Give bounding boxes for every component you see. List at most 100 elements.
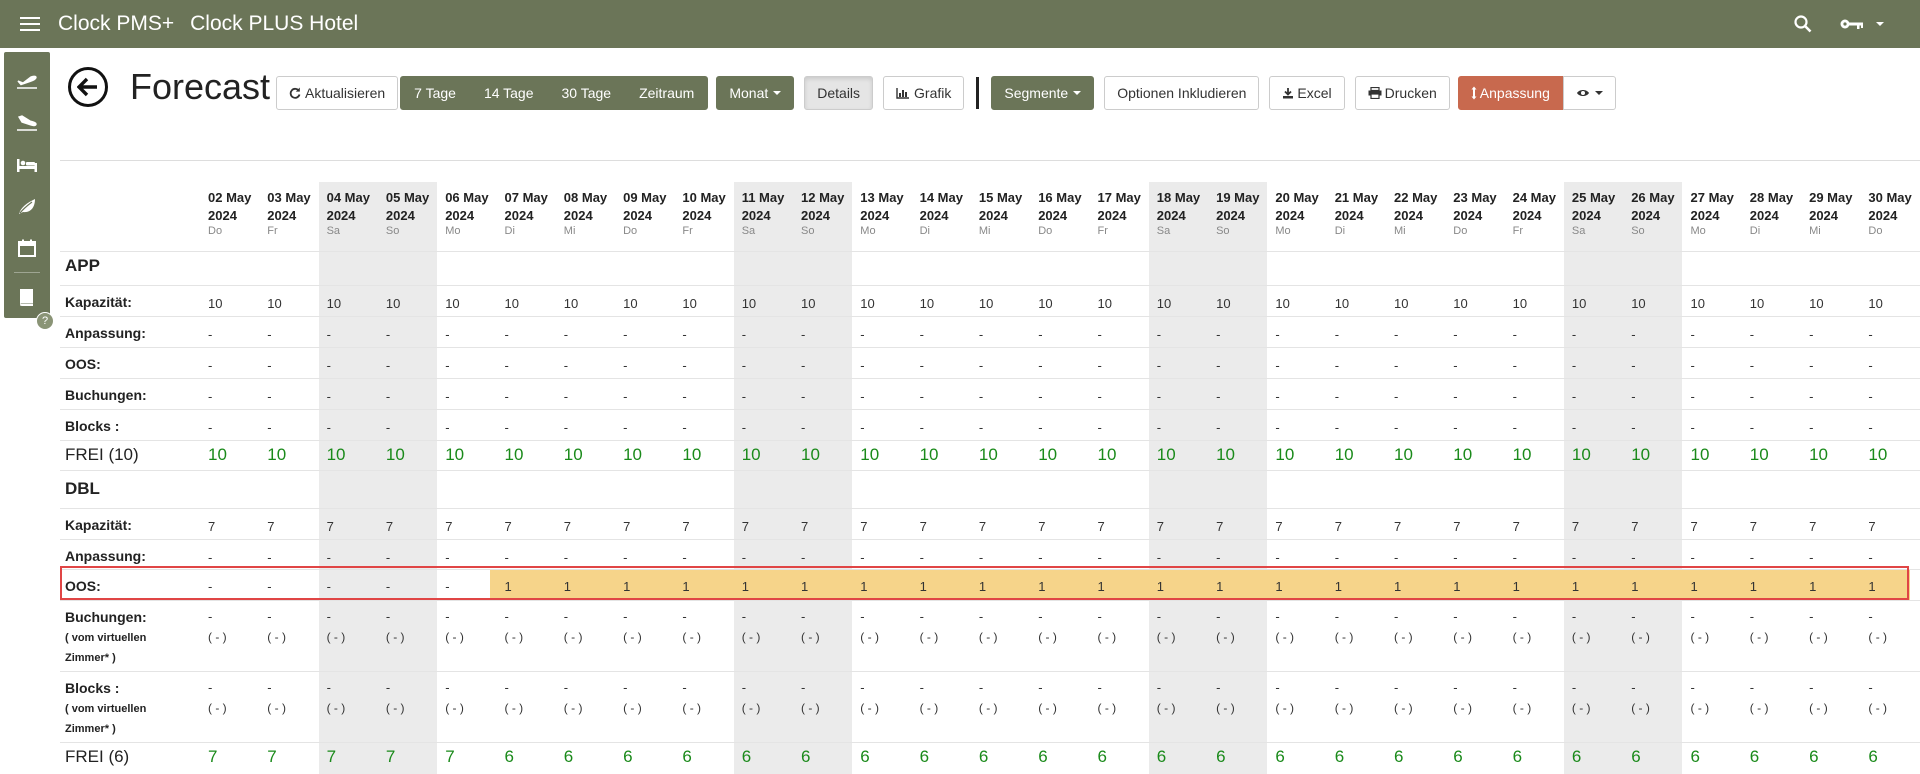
dbl-blocks-cell: -	[1809, 680, 1814, 695]
plane-arrival-icon[interactable]	[4, 102, 50, 144]
dbl-free-value: 6	[1690, 747, 1700, 766]
leaf-icon[interactable]	[4, 185, 50, 227]
app-blocks-cell: -	[385, 420, 391, 435]
include-options-button[interactable]: Optionen Inkludieren	[1104, 76, 1260, 110]
dbl-capacity-cell: 7	[504, 519, 512, 534]
printer-icon	[1368, 87, 1382, 99]
dbl-blocks-virtual-cell: ( - )	[1038, 701, 1057, 715]
date-weekday: Do	[1868, 225, 1883, 237]
date-column-header[interactable]: 24 May 2024 Fr	[1513, 189, 1556, 237]
dbl-bookings-cell: -	[801, 609, 806, 624]
excel-export-button[interactable]: Excel	[1269, 76, 1345, 110]
dbl-bookings-virtual-cell: ( - )	[326, 630, 346, 644]
date-column-header[interactable]: 26 May 2024 So	[1631, 189, 1674, 237]
date-column-header[interactable]: 14 May 2024 Di	[920, 189, 963, 237]
back-arrow-icon[interactable]	[68, 67, 108, 107]
date-column-header[interactable]: 13 May 2024 Mo	[860, 189, 903, 237]
row-divider	[60, 470, 1920, 471]
month-dropdown-button[interactable]: Monat	[716, 76, 795, 110]
menu-icon[interactable]	[20, 13, 40, 35]
period-7-days-button[interactable]: 7 Tage	[400, 76, 470, 110]
hotel-name[interactable]: Clock PLUS Hotel	[190, 12, 358, 36]
date-column-header[interactable]: 17 May 2024 Fr	[1098, 189, 1141, 237]
dbl-blocks-virtual-cell: ( - )	[1512, 701, 1532, 715]
dbl-bookings-cell: -	[385, 609, 391, 624]
date-column-header[interactable]: 29 May 2024 Mi	[1809, 189, 1852, 237]
date-year: 2024	[801, 208, 830, 223]
caret-down-icon	[773, 91, 782, 95]
date-column-header[interactable]: 22 May 2024 Mi	[1394, 189, 1437, 237]
date-column-header[interactable]: 20 May 2024 Mo	[1275, 189, 1318, 237]
period-30-days-button[interactable]: 30 Tage	[547, 76, 626, 110]
date-column-header[interactable]: 05 May 2024 So	[386, 189, 429, 237]
date-column-header[interactable]: 02 May 2024 Do	[208, 189, 251, 237]
date-year: 2024	[1453, 208, 1483, 223]
date-column-header[interactable]: 27 May 2024 Mo	[1691, 189, 1734, 237]
date-column-header[interactable]: 08 May 2024 Mi	[564, 189, 607, 237]
dbl-capacity-cell: 7	[445, 519, 453, 534]
app-oos-cell: -	[1394, 358, 1399, 373]
app-blocks-cell: -	[741, 420, 747, 435]
app-free-value: 10	[1571, 445, 1591, 464]
dbl-capacity-cell: 7	[1809, 519, 1817, 534]
dbl-bookings-virtual-cell: ( - )	[504, 630, 524, 644]
app-oos-cell: -	[1453, 358, 1458, 373]
dbl-free-value: 6	[1394, 747, 1404, 766]
dbl-bookings-cell: -	[1156, 609, 1162, 624]
date-year: 2024	[1690, 208, 1720, 223]
date-column-header[interactable]: 23 May 2024 Do	[1453, 189, 1496, 237]
dbl-adjust-cell: -	[1275, 550, 1280, 565]
date-column-header[interactable]: 07 May 2024 Di	[505, 189, 548, 237]
app-free-value: 10	[563, 445, 583, 464]
date-column-header[interactable]: 19 May 2024 So	[1216, 189, 1259, 237]
app-adjust-cell: -	[682, 327, 687, 342]
details-button[interactable]: Details	[804, 76, 874, 110]
chart-button[interactable]: Grafik	[883, 76, 965, 110]
dbl-blocks-virtual-cell: ( - )	[445, 701, 464, 715]
app-blocks-cell: -	[504, 420, 509, 435]
period-range-button[interactable]: Zeitraum	[625, 76, 709, 110]
plane-departure-icon[interactable]	[4, 60, 50, 102]
toolbar-divider	[976, 77, 980, 109]
user-key-menu[interactable]	[1840, 17, 1884, 31]
refresh-button[interactable]: Aktualisieren	[276, 76, 399, 110]
segments-dropdown-button[interactable]: Segmente	[991, 76, 1095, 110]
date-column-header[interactable]: 03 May 2024 Fr	[267, 189, 310, 237]
bed-icon[interactable]	[4, 144, 50, 186]
view-options-dropdown[interactable]	[1562, 76, 1616, 110]
dbl-adjust-cell: -	[267, 550, 272, 565]
dbl-bookings-virtual-cell: ( - )	[919, 630, 939, 644]
date-column-header[interactable]: 16 May 2024 Do	[1038, 189, 1081, 237]
row-divider	[60, 671, 1920, 672]
search-icon[interactable]	[1794, 15, 1812, 33]
date-column-header[interactable]: 09 May 2024 Do	[623, 189, 666, 237]
dbl-free-value: 6	[504, 747, 514, 766]
calendar-icon[interactable]	[4, 227, 50, 269]
date-column-header[interactable]: 10 May 2024 Fr	[682, 189, 725, 237]
app-oos-cell: -	[1868, 358, 1873, 373]
date-column-header[interactable]: 28 May 2024 Di	[1750, 189, 1793, 237]
date-column-header[interactable]: 30 May 2024 Do	[1868, 189, 1911, 237]
dbl-blocks-cell: -	[978, 680, 984, 695]
dbl-adjust-cell: -	[1690, 550, 1695, 565]
app-blocks-cell: -	[919, 420, 924, 435]
adjust-button[interactable]: Anpassung	[1457, 76, 1563, 110]
date-column-header[interactable]: 04 May 2024 Sa	[327, 189, 370, 237]
date-column-header[interactable]: 06 May 2024 Mo	[445, 189, 488, 237]
date-column-header[interactable]: 15 May 2024 Mi	[979, 189, 1022, 237]
adjust-button-group: Anpassung	[1457, 76, 1616, 110]
dbl-bookings-virtual-cell: ( - )	[1275, 630, 1295, 644]
date-column-header[interactable]: 21 May 2024 Di	[1335, 189, 1378, 237]
help-icon[interactable]: ?	[36, 312, 54, 330]
dbl-bookings-virtual-line2: Zimmer* )	[65, 652, 116, 664]
date-column-header[interactable]: 25 May 2024 Sa	[1572, 189, 1615, 237]
dbl-blocks-cell: -	[1334, 680, 1340, 695]
print-button[interactable]: Drucken	[1354, 76, 1450, 110]
date-column-header[interactable]: 11 May 2024 Sa	[742, 189, 785, 237]
date-column-header[interactable]: 12 May 2024 So	[801, 189, 844, 237]
app-blocks-cell: -	[860, 420, 865, 435]
row-divider	[60, 347, 1920, 348]
app-name[interactable]: Clock PMS+	[58, 12, 174, 36]
period-14-days-button[interactable]: 14 Tage	[469, 76, 548, 110]
date-column-header[interactable]: 18 May 2024 Sa	[1157, 189, 1200, 237]
